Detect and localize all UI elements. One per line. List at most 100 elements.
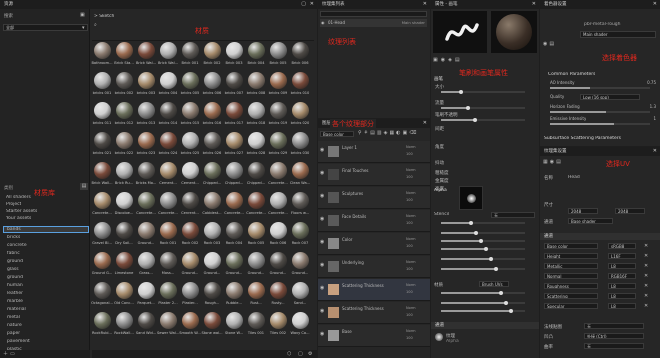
material-thumbnail[interactable] — [204, 192, 221, 209]
eye-icon[interactable]: ◉ — [320, 170, 324, 176]
tree-item[interactable]: Project — [6, 202, 21, 207]
shader-param-slider[interactable] — [550, 111, 650, 113]
material-thumbnail[interactable] — [116, 72, 133, 89]
channel-section[interactable]: 通道 — [431, 322, 539, 329]
material-thumbnail[interactable] — [204, 222, 221, 239]
material-thumbnail[interactable] — [292, 72, 309, 89]
footer-value[interactable]: 外接 (Ctrl) — [584, 333, 644, 339]
remove-icon[interactable]: ✕ — [644, 253, 648, 259]
material-thumbnail[interactable] — [138, 72, 155, 89]
material-thumbnail[interactable] — [270, 312, 287, 329]
material-thumbnail[interactable] — [292, 222, 309, 239]
shader-param-value[interactable]: 0.75 — [647, 80, 656, 85]
material-thumbnail[interactable] — [116, 162, 133, 179]
category-item[interactable]: marble — [7, 299, 23, 304]
eye-icon[interactable]: ◉ — [321, 20, 325, 25]
material-thumbnail[interactable] — [94, 282, 111, 299]
material-thumbnail[interactable] — [182, 162, 199, 179]
material-thumbnail[interactable] — [292, 162, 309, 179]
secondary-slider[interactable] — [441, 291, 525, 295]
category-item[interactable]: paper — [7, 331, 20, 336]
normal-select[interactable]: Base shader — [568, 218, 613, 224]
alpha-preview[interactable] — [459, 186, 483, 210]
category-item[interactable]: glass — [7, 267, 19, 272]
remove-icon[interactable]: ✕ — [644, 263, 648, 269]
texset-footer-row[interactable]: 曲率 无 — [544, 343, 656, 351]
material-thumbnail[interactable] — [182, 252, 199, 269]
list-view-icon[interactable]: ▢ — [298, 351, 303, 357]
footer-value[interactable]: 无 — [584, 323, 644, 329]
shader-icons[interactable]: ◉▤ — [543, 41, 556, 47]
save-icon[interactable]: ▣ — [80, 12, 85, 18]
material-thumbnail[interactable] — [292, 192, 309, 209]
layer-row[interactable]: ◉ Underlying Norm 100 — [318, 256, 430, 278]
close-icon[interactable]: ✕ — [310, 0, 314, 9]
material-thumbnail[interactable] — [160, 162, 177, 179]
channel-row[interactable]: Normal RGB16F ✕ — [544, 273, 656, 281]
material-thumbnail[interactable] — [116, 222, 133, 239]
eye-icon[interactable]: ◉ — [320, 239, 324, 245]
footer-value[interactable]: 无 — [584, 343, 644, 349]
channel-format[interactable]: L8 — [608, 283, 636, 289]
layer-row[interactable]: ◉ Final Touches Norm 100 — [318, 164, 430, 186]
material-thumbnail[interactable] — [182, 192, 199, 209]
layer-row[interactable]: ◉ Base Norm 100 — [318, 325, 430, 347]
material-thumbnail[interactable] — [204, 282, 221, 299]
material-thumbnail[interactable] — [160, 72, 177, 89]
material-thumbnail[interactable] — [292, 282, 309, 299]
material-thumbnail[interactable] — [116, 282, 133, 299]
category-item[interactable]: ground — [7, 259, 23, 264]
material-thumbnail[interactable] — [248, 192, 265, 209]
channel-format[interactable]: L8 — [608, 303, 636, 309]
library-search-input[interactable]: 全部 — [3, 24, 88, 31]
material-thumbnail[interactable] — [138, 192, 155, 209]
texset-footer-row[interactable]: 法线贴图 无 — [544, 323, 656, 331]
material-thumbnail[interactable] — [182, 282, 199, 299]
material-thumbnail[interactable] — [226, 252, 243, 269]
pin-icon[interactable]: ▢ — [301, 0, 306, 9]
channels-section[interactable]: 通道 — [540, 233, 660, 240]
secondary-slider[interactable] — [441, 309, 525, 313]
material-thumbnail[interactable] — [182, 102, 199, 119]
material-thumbnail[interactable] — [94, 312, 111, 329]
secondary-slider[interactable] — [441, 239, 525, 243]
material-thumbnail[interactable] — [248, 222, 265, 239]
material-thumbnail[interactable] — [292, 102, 309, 119]
brush-row-slider[interactable] — [441, 106, 525, 110]
breadcrumb[interactable]: > Sketch — [94, 14, 114, 19]
material-thumbnail[interactable] — [138, 282, 155, 299]
channel-format[interactable]: L16F — [608, 253, 636, 259]
secondary-slider[interactable] — [441, 301, 525, 305]
material-thumbnail[interactable] — [94, 252, 111, 269]
tree-item[interactable]: All shaders — [6, 195, 31, 200]
material-thumbnail[interactable] — [116, 42, 133, 59]
alpha-value[interactable]: 无 — [491, 212, 535, 218]
material-thumbnail[interactable] — [248, 162, 265, 179]
material-thumbnail[interactable] — [226, 282, 243, 299]
secondary-slider[interactable] — [441, 221, 525, 225]
material-thumbnail[interactable] — [226, 312, 243, 329]
material-thumbnail[interactable] — [94, 132, 111, 149]
search-icon[interactable]: ⌕ — [94, 22, 97, 28]
material-thumbnail[interactable] — [226, 132, 243, 149]
shader-param-slider[interactable] — [550, 123, 650, 125]
channel-row[interactable]: Specular L8 ✕ — [544, 303, 656, 311]
material-thumbnail[interactable] — [248, 102, 265, 119]
close-icon[interactable]: ✕ — [423, 119, 427, 128]
layer-row[interactable]: ◉ Color Norm 100 — [318, 233, 430, 255]
remove-icon[interactable]: ✕ — [644, 243, 648, 249]
channel-format[interactable]: RGB16F — [608, 273, 636, 279]
material-thumbnail[interactable] — [94, 102, 111, 119]
material-thumbnail[interactable] — [226, 72, 243, 89]
texture-set-shader[interactable]: Main shader — [402, 20, 425, 25]
filter-icon[interactable]: ▤ — [80, 183, 88, 190]
close-icon[interactable]: ✕ — [532, 0, 536, 9]
secondary-slider[interactable] — [441, 257, 525, 261]
close-icon[interactable]: ✕ — [653, 0, 657, 9]
material-thumbnail[interactable] — [138, 132, 155, 149]
category-item[interactable]: nature — [7, 323, 22, 328]
material-thumbnail[interactable] — [248, 312, 265, 329]
material-thumbnail[interactable] — [182, 42, 199, 59]
material-thumbnail[interactable] — [138, 42, 155, 59]
material-thumbnail[interactable] — [226, 162, 243, 179]
